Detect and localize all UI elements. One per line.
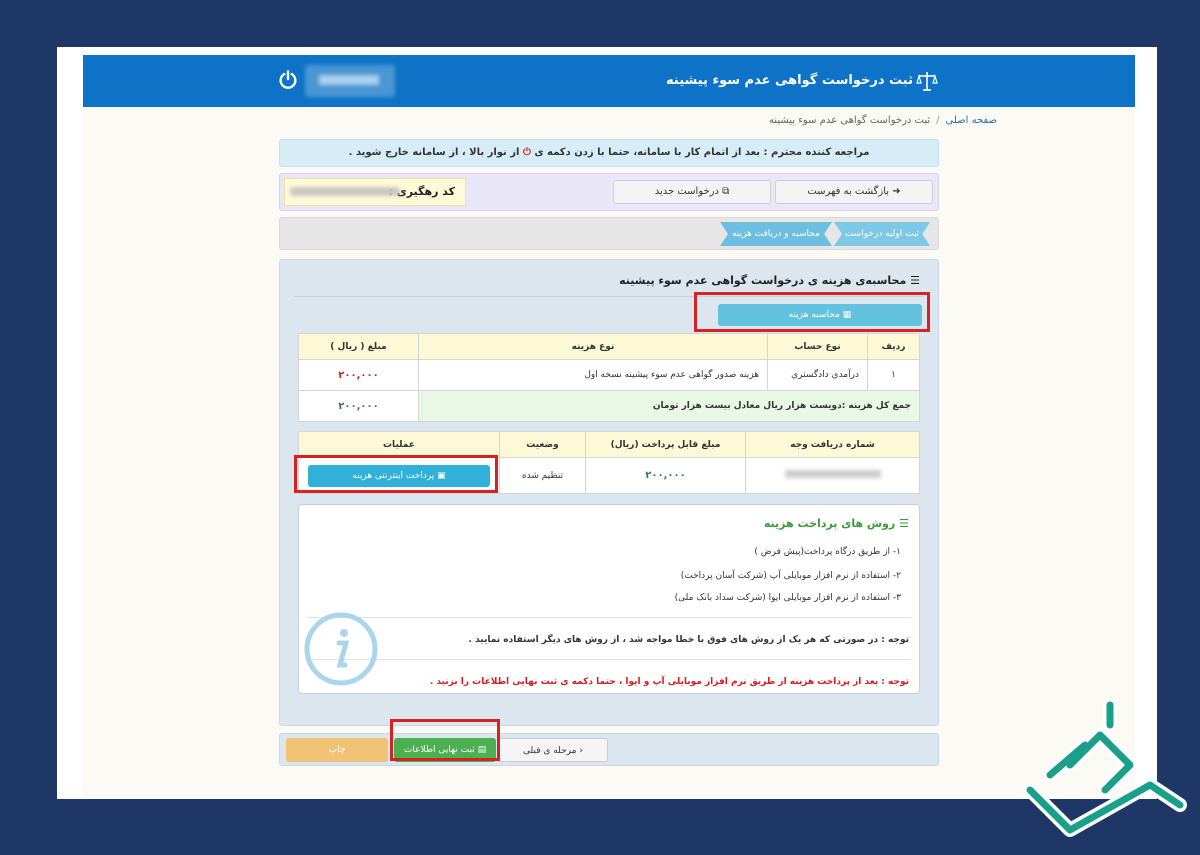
methods-warning: توجه : بعد از پرداخت هزینه از طریق نرم ا… bbox=[429, 677, 909, 687]
method-item: ۱- از طریق درگاه پرداخت(پیش فرض ) bbox=[754, 547, 901, 557]
power-icon[interactable] bbox=[277, 69, 299, 91]
step-wizard: ثبت اولیه درخواست محاسبه و دریافت هزینه bbox=[279, 217, 939, 250]
cost-table: ردیف نوع حساب نوع هزینه مبلغ ( ریال ) ۱ … bbox=[298, 333, 920, 422]
receipt-number-blurred bbox=[745, 457, 920, 494]
row-index: ۱ bbox=[867, 359, 920, 391]
breadcrumb: صفحه اصلی/ثبت درخواست گواهی عدم سوء پیشی… bbox=[768, 115, 997, 126]
payment-methods-box: ☰ روش های پرداخت هزینه ۱- از طریق درگاه … bbox=[298, 504, 920, 694]
footer-bar: ‹ مرحله ی قبلی ▤ ثبت نهایی اطلاعات چاپ bbox=[279, 733, 939, 766]
top-bar: ثبت درخواست گواهی عدم سوء پیشینه bbox=[83, 55, 1135, 107]
cost-section: ☰ محاسبه‌ی هزینه ی درخواست گواهی عدم سوء… bbox=[279, 259, 939, 726]
divider bbox=[307, 659, 911, 660]
user-name-blurred bbox=[319, 75, 379, 85]
divider bbox=[307, 617, 911, 618]
step-initial-registration[interactable]: ثبت اولیه درخواست bbox=[834, 222, 930, 246]
methods-note: توجه : در صورتی که هر یک از روش های فوق … bbox=[468, 635, 909, 645]
table-row: ۱ درآمدي دادگستري هزینه صدور گواهی عدم س… bbox=[298, 359, 920, 391]
brand-logo bbox=[1023, 698, 1187, 837]
row-amount: ۲۰۰,۰۰۰ bbox=[298, 359, 419, 391]
col-cost-type: نوع هزینه bbox=[418, 333, 768, 360]
notice-text-start: مراجعه کننده محترم : بعد از اتمام کار با… bbox=[534, 147, 870, 158]
highlight-pay bbox=[294, 455, 498, 493]
col-status: وضعیت bbox=[499, 431, 586, 458]
row-cost-type: هزینه صدور گواهی عدم سوء پیشینه نسخه اول bbox=[418, 359, 768, 391]
new-button-label: درخواست جدید bbox=[654, 186, 719, 197]
total-amount: ۲۰۰,۰۰۰ bbox=[298, 390, 419, 422]
app-title: ثبت درخواست گواهی عدم سوء پیشینه bbox=[666, 73, 913, 88]
col-operations: عملیات bbox=[298, 431, 500, 458]
breadcrumb-home[interactable]: صفحه اصلی bbox=[946, 115, 997, 126]
col-account: نوع حساب bbox=[767, 333, 868, 360]
section-title: ☰ محاسبه‌ی هزینه ی درخواست گواهی عدم سوء… bbox=[619, 274, 920, 287]
breadcrumb-current: ثبت درخواست گواهی عدم سوء پیشینه bbox=[768, 115, 931, 126]
back-button-label: بازگشت به فهرست bbox=[807, 186, 890, 197]
methods-title: ☰ روش های پرداخت هزینه bbox=[764, 517, 909, 530]
method-item: ۳- استفاده از نرم افزار موبایلی ایوا (شر… bbox=[674, 593, 901, 603]
total-row: جمع کل هزینه :دویست هزار ریال معادل بیست… bbox=[298, 390, 920, 422]
list-icon: ☰ bbox=[899, 517, 909, 530]
justice-scale-icon bbox=[916, 72, 938, 91]
highlight-calc bbox=[694, 292, 930, 332]
methods-title-text: روش های پرداخت هزینه bbox=[763, 517, 896, 530]
row-account: درآمدي دادگستري bbox=[767, 359, 868, 391]
col-row: ردیف bbox=[867, 333, 920, 360]
section-title-text: محاسبه‌ی هزینه ی درخواست گواهی عدم سوء پ… bbox=[619, 274, 907, 287]
step-calc-and-payment[interactable]: محاسبه و دریافت هزینه bbox=[720, 222, 832, 246]
action-bar: ➜ بازگشت به فهرست ⧉ درخواست جدید کد رهگی… bbox=[279, 173, 939, 211]
arrow-right-icon: ➜ bbox=[892, 186, 901, 197]
screenshot-frame: ثبت درخواست گواهی عدم سوء پیشینه صفحه اص… bbox=[57, 47, 1157, 799]
page-canvas: ثبت درخواست گواهی عدم سوء پیشینه صفحه اص… bbox=[83, 55, 1135, 799]
back-to-list-button[interactable]: ➜ بازگشت به فهرست bbox=[775, 180, 933, 204]
tracking-code-blurred bbox=[290, 187, 400, 196]
previous-step-button[interactable]: ‹ مرحله ی قبلی bbox=[498, 738, 608, 762]
info-icon bbox=[304, 612, 378, 686]
col-payable-amount: مبلغ قابل پرداخت (ریال) bbox=[585, 431, 746, 458]
chevron-left-icon: ‹ bbox=[579, 746, 583, 756]
external-link-icon: ⧉ bbox=[722, 186, 730, 197]
payment-status: تنظیم شده bbox=[499, 457, 586, 494]
logout-notice: مراجعه کننده محترم : بعد از اتمام کار با… bbox=[279, 139, 939, 167]
print-button[interactable]: چاپ bbox=[286, 738, 388, 762]
highlight-final bbox=[390, 719, 500, 761]
col-amount: مبلغ ( ریال ) bbox=[298, 333, 419, 360]
method-item: ۲- استفاده از نرم افزار موبایلی آپ (شرکت… bbox=[680, 571, 901, 581]
col-receipt-number: شماره دریافت وجه bbox=[745, 431, 920, 458]
total-label: جمع کل هزینه :دویست هزار ریال معادل بیست… bbox=[418, 390, 920, 422]
power-icon-inline: ⏻ bbox=[522, 147, 531, 158]
list-icon: ☰ bbox=[910, 274, 920, 287]
new-request-button[interactable]: ⧉ درخواست جدید bbox=[613, 180, 771, 204]
previous-step-label: مرحله ی قبلی bbox=[523, 746, 577, 756]
notice-text-end: از نوار بالا ، از سامانه خارج شوید . bbox=[348, 147, 520, 158]
payable-amount: ۲۰۰,۰۰۰ bbox=[585, 457, 746, 494]
